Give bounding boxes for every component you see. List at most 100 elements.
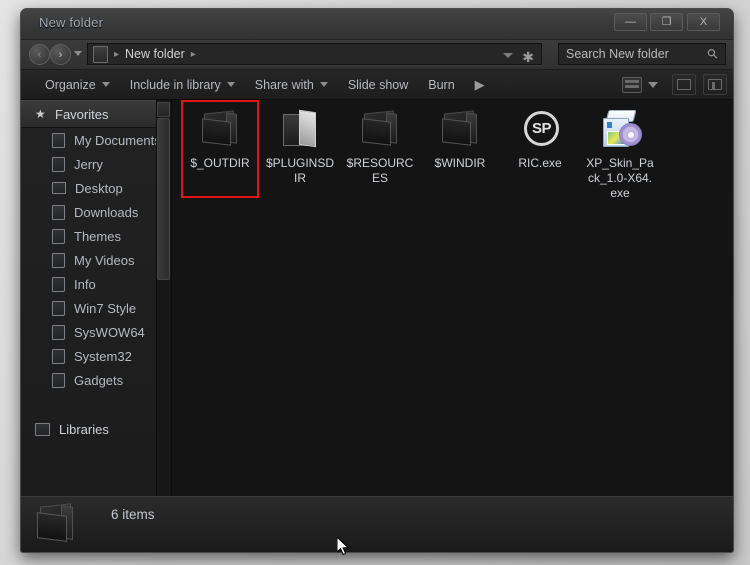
file-item-label: $PLUGINSDIR	[265, 156, 335, 185]
sidebar-item-jerry[interactable]: Jerry	[21, 152, 171, 176]
window-title: New folder	[39, 15, 104, 30]
folder-icon	[52, 228, 65, 244]
toolbar-label-burn: Burn	[428, 77, 455, 92]
forward-button[interactable]: ›	[50, 44, 71, 65]
folder-icon	[436, 108, 484, 152]
address-bar-row: ‹ › ▸ New folder ▸ ✱ Search New folder ⚲	[21, 40, 733, 70]
back-icon: ‹	[37, 49, 42, 61]
sidebar-item-label: SysWOW64	[74, 324, 145, 340]
file-item-resources[interactable]: $RESOURCES	[345, 108, 415, 201]
folder-icon	[52, 204, 65, 220]
change-view-icon[interactable]	[622, 76, 642, 93]
minimize-icon: —	[625, 16, 636, 28]
navigation-pane: ★ Favorites My Documents Jerry Desktop D…	[21, 100, 172, 529]
sidebar-item-label: My Documents	[74, 132, 161, 148]
toolbar-label-share-with: Share with	[254, 77, 314, 92]
mouse-cursor	[337, 537, 350, 556]
search-input[interactable]: Search New folder	[566, 47, 669, 61]
file-list-pane[interactable]: $_OUTDIR $PLUGINSDIR $RESOURCES $WINDIR …	[172, 100, 733, 529]
breadcrumb-separator-2-icon[interactable]: ▸	[191, 49, 196, 60]
file-grid: $_OUTDIR $PLUGINSDIR $RESOURCES $WINDIR …	[180, 106, 733, 203]
library-folder-icon	[35, 422, 50, 436]
sidebar-item-label: Gadgets	[74, 372, 124, 388]
close-button[interactable]: X	[687, 13, 720, 31]
sidebar-item-label: Jerry	[74, 156, 103, 172]
folder-icon	[52, 252, 65, 268]
sidebar-item-my-documents[interactable]: My Documents	[21, 128, 171, 152]
sidebar-item-label: Desktop	[75, 180, 123, 196]
status-item-count: 6 items	[111, 507, 155, 522]
sidebar-group-libraries[interactable]: Libraries	[21, 416, 171, 442]
sidebar-item-label: My Videos	[74, 252, 135, 268]
file-item-xp-skin-pack[interactable]: XP_Skin_Pack_1.0-X64.exe	[585, 108, 655, 201]
help-icon	[708, 79, 722, 90]
scrollbar-thumb[interactable]	[157, 118, 170, 280]
file-item-windir[interactable]: $WINDIR	[425, 108, 495, 201]
sidebar-item-downloads[interactable]: Downloads	[21, 200, 171, 224]
toolbar-item-organize[interactable]: Organize	[35, 70, 120, 99]
sp-circle-icon: SP	[516, 108, 564, 152]
toolbar-item-share-with[interactable]: Share with	[245, 70, 338, 99]
forward-icon: ›	[58, 49, 63, 61]
command-bar: Organize Include in library Share with S…	[21, 70, 733, 100]
toolbar-label-slide-show: Slide show	[347, 77, 409, 92]
toolbar-label-organize: Organize	[45, 77, 96, 92]
sidebar-item-my-videos[interactable]: My Videos	[21, 248, 171, 272]
toolbar-item-burn[interactable]: Burn	[418, 70, 464, 99]
file-item-ric-exe[interactable]: SP RIC.exe	[505, 108, 575, 201]
maximize-icon: ❐	[661, 16, 672, 28]
preview-pane-button[interactable]	[672, 74, 696, 95]
toolbar-item-slide-show[interactable]: Slide show	[338, 70, 418, 99]
recent-pages-chevron-down-icon[interactable]	[74, 51, 82, 56]
folder-book-icon	[276, 108, 324, 152]
close-icon: X	[699, 16, 708, 28]
sidebar-item-desktop[interactable]: Desktop	[21, 176, 171, 200]
folder-icon	[52, 372, 65, 388]
toolbar-right-group	[618, 70, 727, 99]
chevron-down-icon	[319, 82, 328, 87]
chevron-down-icon[interactable]	[648, 81, 658, 88]
chevron-down-icon	[226, 82, 235, 87]
help-button[interactable]	[703, 74, 727, 95]
sidebar-group-label-favorites: Favorites	[55, 106, 109, 122]
navigation-pane-scrollbar[interactable]	[156, 100, 171, 529]
computer-icon	[93, 45, 108, 63]
software-box-cd-icon	[596, 108, 644, 152]
status-bar: 6 items	[21, 496, 733, 552]
file-item-label: XP_Skin_Pack_1.0-X64.exe	[586, 156, 654, 200]
sidebar-item-gadgets[interactable]: Gadgets	[21, 368, 171, 392]
breadcrumb-separator-icon: ▸	[114, 48, 120, 60]
folder-icon	[52, 348, 65, 364]
file-item-outdir[interactable]: $_OUTDIR	[185, 108, 255, 201]
folder-icon	[52, 324, 65, 340]
sidebar-item-label: Downloads	[74, 204, 139, 220]
folder-icon	[196, 108, 244, 152]
refresh-icon[interactable]: ✱	[522, 47, 534, 67]
search-icon: ⚲	[704, 44, 722, 63]
maximize-button[interactable]: ❐	[650, 13, 683, 31]
address-bar[interactable]: ▸ New folder ▸ ✱	[87, 43, 542, 65]
sidebar-item-label: Themes	[74, 228, 121, 244]
search-box[interactable]: Search New folder ⚲	[558, 43, 726, 65]
sidebar-group-favorites[interactable]: ★ Favorites	[21, 100, 171, 128]
back-button[interactable]: ‹	[29, 44, 50, 65]
address-history-chevron-down-icon[interactable]	[503, 53, 513, 58]
toolbar-overflow-icon[interactable]: ▶	[465, 77, 495, 93]
breadcrumb-current[interactable]: New folder	[125, 47, 185, 61]
sidebar-item-info[interactable]: Info	[21, 272, 171, 296]
explorer-window: New folder — ❐ X ‹ › ▸ New folder ▸ ✱ Se…	[20, 8, 734, 553]
file-item-label: $RESOURCES	[346, 156, 414, 185]
folder-icon	[356, 108, 404, 152]
toolbar-item-include-in-library[interactable]: Include in library	[120, 70, 245, 99]
file-item-label: $WINDIR	[434, 156, 486, 170]
folder-icon	[52, 276, 65, 292]
desktop-icon	[52, 182, 66, 194]
sidebar-item-syswow64[interactable]: SysWOW64	[21, 320, 171, 344]
sidebar-item-system32[interactable]: System32	[21, 344, 171, 368]
sidebar-group-label-libraries: Libraries	[59, 421, 109, 437]
file-item-pluginsdir[interactable]: $PLUGINSDIR	[265, 108, 335, 201]
scroll-up-arrow-icon[interactable]	[157, 102, 170, 117]
minimize-button[interactable]: —	[614, 13, 647, 31]
sidebar-item-win7-style[interactable]: Win7 Style	[21, 296, 171, 320]
sidebar-item-themes[interactable]: Themes	[21, 224, 171, 248]
